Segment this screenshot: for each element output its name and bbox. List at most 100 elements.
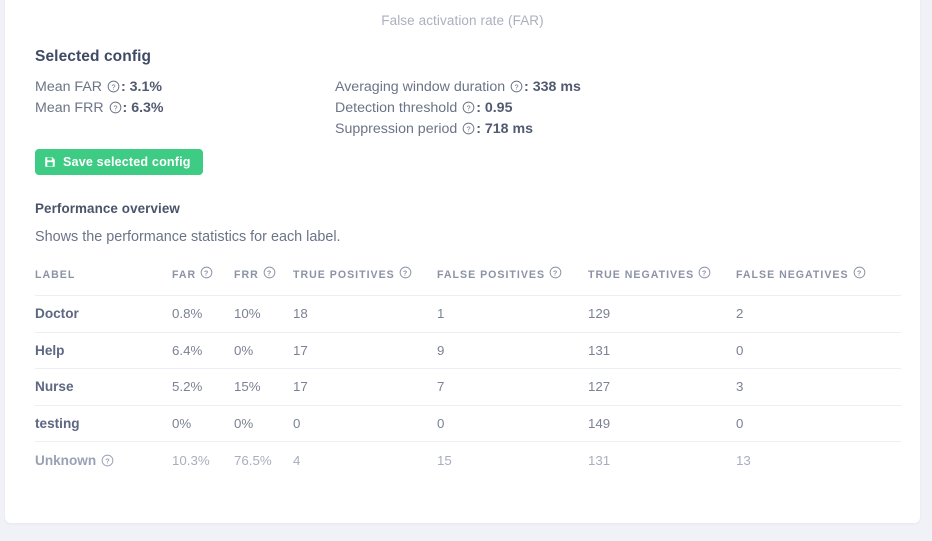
cell-frr-2: 15% [234,379,261,395]
cell-far-1: 6.4% [172,342,203,358]
column-header-false_negatives: FALSE NEGATIVES? [736,266,901,296]
cell-true_negatives-0: 129 [588,306,611,322]
config-left-value-0: : 3.1% [120,79,162,95]
config-left-help-icon-0[interactable]: ? [107,80,120,93]
column-header-false_positives: FALSE POSITIVES? [437,266,588,296]
table-row[interactable]: testing 0% 0% 0 0 149 0 [35,405,901,442]
cell-false_positives-4: 15 [437,452,452,468]
cell-false_negatives-0: 2 [736,306,744,322]
svg-text:?: ? [467,103,471,112]
selected-config-title: Selected config [35,48,152,65]
cell-true_negatives-3: 149 [588,415,611,431]
config-left-help-icon-1[interactable]: ? [109,101,122,114]
config-left-value-1: : 6.3% [122,100,164,116]
config-left-item-0: Mean FAR ? : 3.1% [35,77,164,98]
cell-false_positives-2: 7 [437,379,445,395]
cell-true_positives-2: 17 [293,379,308,395]
column-help-icon-false_negatives[interactable]: ? [853,266,866,279]
cell-true_negatives-2: 127 [588,379,611,395]
svg-text:?: ? [515,82,519,91]
cell-label-1: Help [35,332,172,369]
config-right-label-2: Suppression period [335,121,462,137]
cell-false_positives-1: 9 [437,342,445,358]
svg-text:?: ? [267,268,272,277]
cell-true_negatives-1: 131 [588,342,611,358]
svg-text:?: ? [467,124,471,133]
table-header-row: LABEL FAR? FRR? TRUE POSITIVES? FALSE POSITI… [35,266,901,296]
cell-false_negatives-3: 0 [736,415,744,431]
performance-overview-subtitle: Shows the performance statistics for eac… [35,229,341,245]
config-right-item-1: Detection threshold ?: 0.95 [335,98,581,119]
column-help-icon-true_negatives[interactable]: ? [698,266,711,279]
selected-config-left-column: Mean FAR ?: 3.1% Mean FRR ?: 6.3% [35,77,164,119]
column-header-true_positives: TRUE POSITIVES? [293,266,437,296]
row-label-3: testing [35,415,80,431]
save-icon [44,156,56,168]
cell-far-0: 0.8% [172,306,203,322]
cell-far-4: 10.3% [172,452,210,468]
cell-true_positives-4: 4 [293,452,301,468]
config-right-help-icon-0[interactable]: ? [510,80,523,93]
svg-text:?: ? [403,268,408,277]
selected-config-right-column: Averaging window duration ? : 338 ms Detec… [335,77,581,140]
column-header-label-true_positives: TRUE POSITIVES [293,269,395,281]
page-root: False activation rate (FAR) Selected con… [0,0,932,541]
column-help-icon-frr[interactable]: ? [263,266,276,279]
cell-far-2: 5.2% [172,379,203,395]
table-row[interactable]: Nurse 5.2% 15% 17 7 127 3 [35,368,901,406]
chart-caption: False activation rate (FAR) [381,13,544,28]
cell-label-4: Unknown? [35,442,172,479]
column-header-true_negatives: TRUE NEGATIVES? [588,266,736,296]
save-button-label: Save selected config [63,155,191,169]
column-header-frr: FRR? [234,266,293,296]
svg-text:?: ? [204,268,209,277]
config-right-help-icon-1[interactable]: ? [462,101,475,114]
row-help-icon-4[interactable]: ? [101,454,114,467]
column-header-label-label: LABEL [35,269,76,281]
config-right-help-icon-2[interactable]: ? [462,122,475,135]
performance-table-body: Doctor 0.8% 10% 18 1 129 2 Help 6.4% 0% 17 9 131 0 Nur… [35,295,901,479]
cell-label-0: Doctor [35,296,172,333]
row-label-0: Doctor [35,306,79,322]
column-help-icon-false_positives[interactable]: ? [549,266,562,279]
config-right-label-1: Detection threshold [335,100,462,116]
table-row[interactable]: Doctor 0.8% 10% 18 1 129 2 [35,295,901,333]
table-row[interactable]: Help 6.4% 0% 17 9 131 0 [35,332,901,369]
svg-text:?: ? [105,456,110,465]
svg-text:?: ? [111,82,115,91]
save-selected-config-button[interactable]: Save selected config [35,149,203,175]
config-left-label-0: Mean FAR [35,79,106,95]
cell-true_negatives-4: 131 [588,452,611,468]
cell-label-2: Nurse [35,369,172,406]
cell-frr-3: 0% [234,415,254,431]
cell-true_positives-1: 17 [293,342,308,358]
row-label-2: Nurse [35,379,74,395]
svg-text:?: ? [856,268,861,277]
svg-text:?: ? [113,103,117,112]
cell-false_positives-0: 1 [437,306,445,322]
row-label-4: Unknown [35,452,97,468]
cell-far-3: 0% [172,415,192,431]
cell-false_positives-3: 0 [437,415,445,431]
config-left-item-1: Mean FRR ?: 6.3% [35,98,164,119]
cell-frr-1: 0% [234,342,254,358]
cell-true_positives-3: 0 [293,415,301,431]
row-label-1: Help [35,342,65,358]
column-header-label-false_positives: FALSE POSITIVES [437,269,546,281]
results-card: False activation rate (FAR) Selected con… [5,0,920,523]
table-row[interactable]: Unknown? 10.3% 76.5% 4 15 131 13 [35,441,901,479]
cell-false_negatives-1: 0 [736,342,744,358]
config-right-item-2: Suppression period ?: 718 ms [335,119,581,140]
column-help-icon-far[interactable]: ? [200,266,213,279]
cell-true_positives-0: 18 [293,306,308,322]
cell-false_negatives-2: 3 [736,379,744,395]
column-header-label-true_negatives: TRUE NEGATIVES [588,269,695,281]
column-help-icon-true_positives[interactable]: ? [399,266,412,279]
column-header-label-frr: FRR [234,269,259,281]
config-right-value-0: : 338 ms [524,79,581,95]
cell-frr-4: 76.5% [234,452,272,468]
cell-label-3: testing [35,405,172,442]
cell-frr-0: 10% [234,306,261,322]
svg-text:?: ? [702,268,707,277]
config-right-label-0: Averaging window duration [335,79,510,95]
